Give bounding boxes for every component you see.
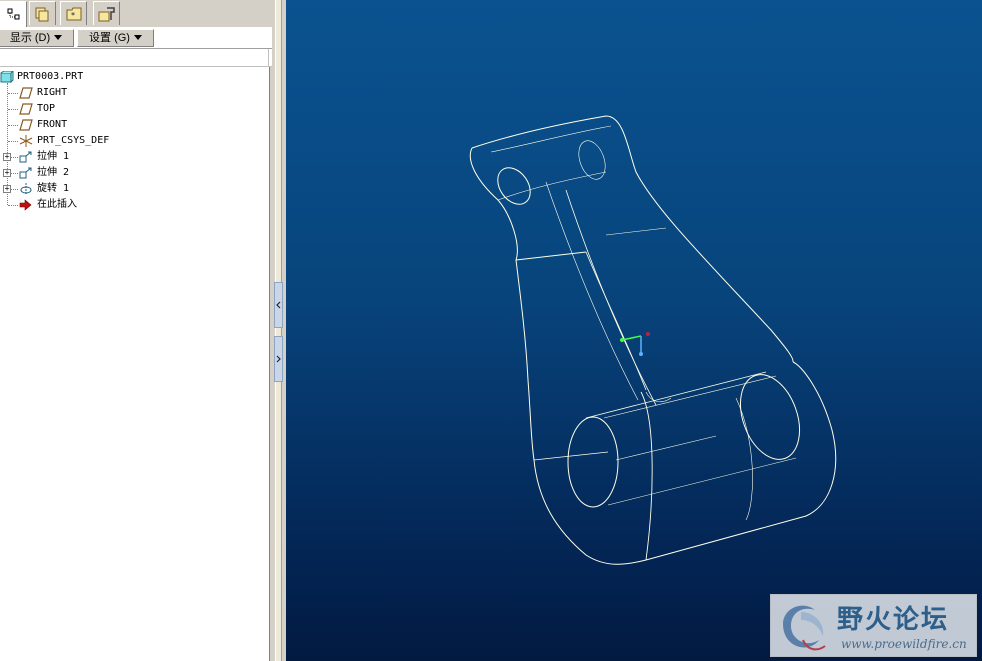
watermark-title: 野火论坛 — [837, 605, 950, 635]
tree-connector — [11, 189, 18, 190]
svg-text:*: * — [71, 11, 75, 20]
panel-splitter[interactable] — [272, 0, 286, 661]
connections-icon — [98, 6, 115, 21]
csys-icon — [19, 135, 33, 147]
show-dropdown-button[interactable]: 显示 (D) — [0, 29, 74, 47]
tree-item-label: 在此插入 — [37, 199, 77, 210]
chevron-right-icon — [276, 355, 281, 363]
tree-item-label: TOP — [37, 103, 56, 114]
datum-plane-icon — [19, 103, 33, 115]
tree-item-label: PRT_CSYS_DEF — [37, 135, 110, 146]
model-tree-icon — [7, 8, 19, 19]
tab-favorites[interactable]: * — [60, 1, 87, 25]
collapse-panel-button[interactable] — [274, 282, 283, 328]
chevron-down-icon — [133, 35, 142, 40]
extrude-icon — [19, 151, 32, 163]
navigator-tabs: * — [0, 0, 272, 27]
chevron-down-icon — [54, 35, 63, 40]
tab-model-tree[interactable] — [0, 1, 27, 27]
splitter-bar[interactable] — [275, 0, 282, 661]
csys-indicator — [620, 332, 650, 356]
expand-toggle[interactable]: + — [3, 153, 11, 161]
forum-watermark: 野火论坛 www.proewildfire.cn — [770, 594, 977, 657]
chevron-left-icon — [276, 301, 281, 309]
part-icon — [0, 71, 14, 83]
tree-connector — [8, 93, 18, 94]
datum-plane-icon — [19, 119, 33, 131]
left-panel: * 显示 (D) 设置 (G) PRT0003.PRT RIGHT TOP FR… — [0, 0, 272, 661]
tree-item-label: FRONT — [37, 119, 68, 130]
tree-item-label: 拉伸 2 — [37, 167, 70, 178]
wireframe-edges — [469, 115, 837, 565]
tab-folder-browser[interactable] — [29, 1, 56, 25]
tab-connections[interactable] — [93, 1, 120, 25]
watermark-url: www.proewildfire.cn — [841, 637, 967, 651]
tree-item-label: 拉伸 1 — [37, 151, 70, 162]
tree-column-header — [0, 49, 272, 67]
tree-connector — [8, 205, 18, 206]
tree-item-label: RIGHT — [37, 87, 68, 98]
tree-connector — [8, 125, 18, 126]
part-wireframe — [469, 115, 837, 565]
expand-toggle[interactable]: + — [3, 169, 11, 177]
expand-toggle[interactable]: + — [3, 185, 11, 193]
expand-panel-button[interactable] — [274, 336, 283, 382]
folder-browser-icon — [35, 7, 48, 21]
datum-plane-icon — [19, 87, 33, 99]
revolve-icon — [20, 183, 32, 195]
tree-item-label: 旋转 1 — [37, 183, 70, 194]
extrude-icon — [19, 167, 32, 179]
tree-root-label: PRT0003.PRT — [17, 71, 84, 82]
show-button-label: 显示 (D) — [9, 32, 51, 44]
graphics-viewport[interactable]: 野火论坛 www.proewildfire.cn — [286, 0, 982, 661]
model-tree: PRT0003.PRT RIGHT TOP FRONT PRT_CSYS_DEF… — [0, 67, 270, 661]
forum-logo-icon — [783, 605, 826, 651]
settings-button-label: 设置 (G) — [89, 32, 130, 44]
insert-here-arrow-icon — [19, 199, 32, 211]
tree-toolbar: 显示 (D) 设置 (G) — [0, 27, 272, 49]
tree-connector — [11, 157, 18, 158]
tree-connector — [8, 109, 18, 110]
tree-connector — [11, 173, 18, 174]
tree-connector — [8, 141, 18, 142]
favorites-folder-icon: * — [66, 7, 81, 20]
settings-dropdown-button[interactable]: 设置 (G) — [77, 29, 154, 47]
